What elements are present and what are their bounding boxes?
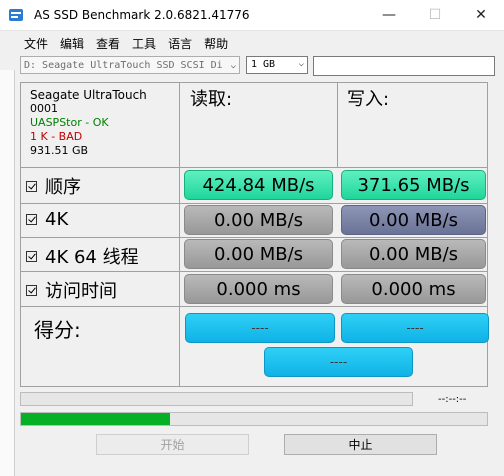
elapsed-time: --:--:-- (438, 394, 467, 405)
close-icon: ✕ (475, 7, 487, 23)
grid-divider (337, 83, 338, 167)
grid-divider (179, 83, 180, 386)
driver-status: UASPStor - OK (30, 116, 109, 129)
test-size-select[interactable]: 1 GB ⌵ (246, 56, 308, 74)
start-button[interactable]: 开始 (96, 434, 249, 455)
maximize-icon: ☐ (428, 7, 442, 23)
overall-progress (20, 412, 488, 426)
menu-language[interactable]: 语言 (162, 32, 198, 54)
window-title: AS SSD Benchmark 2.0.6821.41776 (34, 8, 250, 22)
menu-bar: 文件 编辑 查看 工具 语言 帮助 (18, 32, 234, 54)
drive-info: Seagate UltraTouch 0001 UASPStor - OK 1 … (30, 88, 147, 158)
row-4k[interactable]: 4K (26, 209, 68, 230)
4k64-read-value: 0.00 MB/s (184, 239, 333, 269)
row-seq[interactable]: 顺序 (26, 173, 81, 199)
row-access[interactable]: 访问时间 (26, 277, 117, 303)
grid-divider (21, 237, 487, 238)
drive-select[interactable]: D: Seagate UltraTouch SSD SCSI Di ⌵ (20, 56, 240, 74)
drive-firmware: 0001 (30, 102, 58, 115)
checkbox-4k64[interactable] (26, 250, 37, 262)
test-size-value: 1 GB (251, 59, 276, 70)
maximize-button[interactable]: ☐ (412, 0, 458, 30)
access-write-value: 0.000 ms (341, 274, 486, 304)
checkbox-access[interactable] (26, 284, 37, 296)
menu-edit[interactable]: 编辑 (54, 32, 90, 54)
text-field[interactable] (313, 56, 495, 76)
drive-capacity: 931.51 GB (30, 144, 89, 157)
alignment-status: 1 K - BAD (30, 130, 83, 143)
row-4k64[interactable]: 4K 64 线程 (26, 243, 139, 269)
minimize-button[interactable]: — (366, 0, 412, 30)
chevron-down-icon: ⌵ (230, 61, 236, 71)
drive-name: Seagate UltraTouch (30, 88, 147, 102)
score-read: ---- (185, 313, 335, 343)
grid-divider (21, 271, 487, 272)
row-label-4k: 4K (45, 209, 69, 230)
menu-tools[interactable]: 工具 (126, 32, 162, 54)
row-label-access: 访问时间 (45, 281, 117, 302)
menu-file[interactable]: 文件 (18, 32, 54, 54)
row-label-4k64: 4K 64 线程 (45, 247, 139, 268)
access-read-value: 0.000 ms (184, 274, 333, 304)
row-label-seq: 顺序 (45, 177, 81, 198)
chevron-down-icon: ⌵ (298, 59, 304, 69)
menu-view[interactable]: 查看 (90, 32, 126, 54)
read-header: 读取: (190, 89, 233, 110)
4k-write-value: 0.00 MB/s (341, 205, 486, 235)
score-label: 得分: (34, 318, 81, 342)
background-window-edge (0, 70, 15, 476)
grid-divider (21, 167, 487, 168)
grid-divider (21, 203, 487, 204)
current-test-progress (20, 392, 413, 406)
checkbox-seq[interactable] (26, 180, 37, 192)
abort-button[interactable]: 中止 (284, 434, 437, 455)
4k-read-value: 0.00 MB/s (184, 205, 333, 235)
seq-write-value: 371.65 MB/s (341, 170, 486, 200)
menu-help[interactable]: 帮助 (198, 32, 234, 54)
checkbox-4k[interactable] (26, 214, 37, 225)
score-write: ---- (341, 313, 489, 343)
app-icon (9, 9, 23, 21)
close-button[interactable]: ✕ (458, 0, 504, 30)
seq-read-value: 424.84 MB/s (184, 170, 333, 200)
4k64-write-value: 0.00 MB/s (341, 239, 486, 269)
grid-divider (21, 306, 487, 307)
score-total: ---- (264, 347, 413, 377)
write-header: 写入: (347, 89, 390, 110)
minimize-icon: — (382, 7, 396, 23)
drive-select-value: D: Seagate UltraTouch SSD SCSI Di (24, 60, 223, 71)
overall-progress-fill (21, 413, 171, 425)
